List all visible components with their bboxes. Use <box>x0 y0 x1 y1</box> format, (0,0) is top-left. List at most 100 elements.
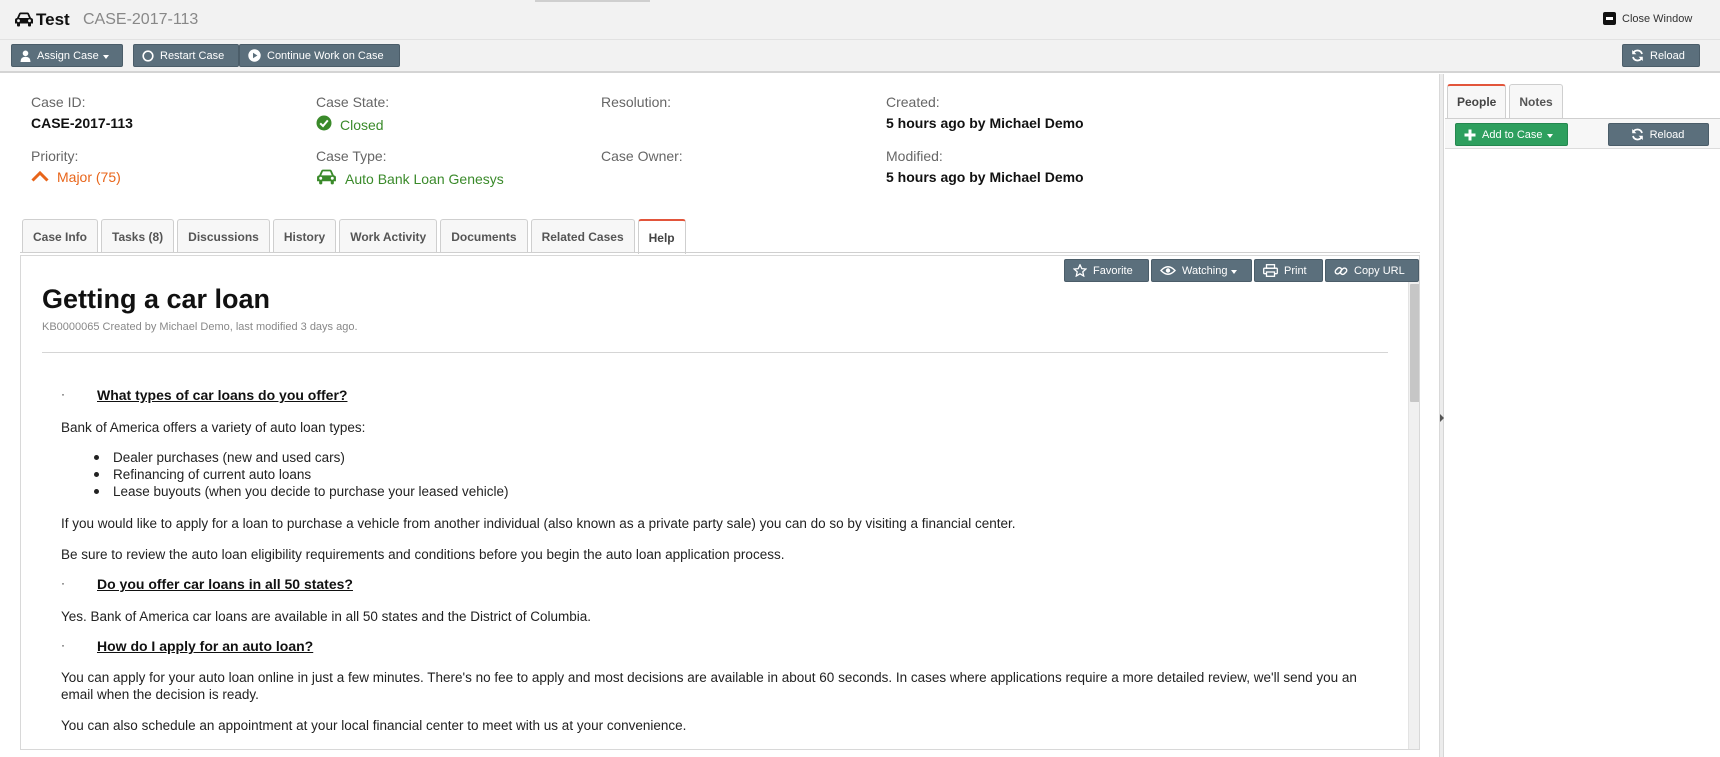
user-icon <box>20 50 31 62</box>
link-icon <box>1334 264 1348 278</box>
tab-discussions[interactable]: Discussions <box>177 219 270 253</box>
plus-icon <box>1464 129 1476 141</box>
chevron-up-icon <box>31 169 49 185</box>
case-type-label: Case Type: <box>316 148 387 164</box>
add-to-case-button[interactable]: Add to Case <box>1455 123 1568 146</box>
priority-label: Priority: <box>31 148 79 164</box>
case-action-toolbar: Assign Case Restart Case Continue Work o… <box>0 40 1720 73</box>
chevron-down-icon <box>1546 133 1553 138</box>
header-case-number: CASE-2017-113 <box>83 11 199 28</box>
question-bullet: · <box>61 638 65 652</box>
continue-work-button[interactable]: Continue Work on Case <box>239 44 400 67</box>
case-state-value: Closed <box>316 115 384 134</box>
help-article-frame: Favorite Watching Print Copy URL Getting… <box>20 255 1420 750</box>
article-title: Getting a car loan <box>42 284 271 314</box>
star-icon <box>1073 264 1087 277</box>
favorite-label: Favorite <box>1093 264 1133 277</box>
copy-url-label: Copy URL <box>1354 264 1405 277</box>
check-circle-icon <box>316 115 332 134</box>
car-icon <box>14 12 34 30</box>
tab-people[interactable]: People <box>1447 84 1507 118</box>
close-window-label: Close Window <box>1622 12 1693 25</box>
watching-label: Watching <box>1182 264 1228 277</box>
question-bullet: · <box>61 387 65 401</box>
tab-case-info[interactable]: Case Info <box>22 219 99 253</box>
created-label: Created: <box>886 94 940 110</box>
title-bar: Test CASE-2017-113 Close Window <box>0 0 1720 40</box>
created-value: 5 hours ago by Michael Demo <box>886 115 1084 131</box>
article-meta: KB0000065 Created by Michael Demo, last … <box>42 321 358 333</box>
assign-case-label: Assign Case <box>37 49 99 62</box>
app-name: Test <box>36 10 70 29</box>
favorite-button[interactable]: Favorite <box>1064 259 1149 282</box>
tab-help[interactable]: Help <box>637 219 686 254</box>
list-item: Dealer purchases (new and used cars) <box>91 449 509 466</box>
priority-value: Major (75) <box>31 169 121 185</box>
priority-text: Major (75) <box>57 169 121 185</box>
car-icon <box>316 169 337 188</box>
chevron-down-icon <box>102 54 109 59</box>
list-item: Refinancing of current auto loans <box>91 466 509 483</box>
resolution-label: Resolution: <box>601 94 672 110</box>
modified-value: 5 hours ago by Michael Demo <box>886 169 1084 185</box>
case-workflow-button-group: Restart Case Continue Work on Case <box>133 44 400 67</box>
reload-button[interactable]: Reload <box>1622 44 1700 67</box>
case-type-text: Auto Bank Loan Genesys <box>345 170 504 187</box>
answer-paragraph: If you would like to apply for a loan to… <box>61 516 1016 531</box>
tab-documents[interactable]: Documents <box>440 219 528 253</box>
answer-paragraph: Be sure to review the auto loan eligibil… <box>61 547 785 562</box>
print-label: Print <box>1284 264 1307 277</box>
people-reload-button[interactable]: Reload <box>1608 123 1709 146</box>
case-state-text: Closed <box>340 116 384 133</box>
question-bullet: · <box>61 576 65 590</box>
faq-question: · Do you offer car loans in all 50 state… <box>61 576 353 592</box>
restart-case-button[interactable]: Restart Case <box>133 44 239 67</box>
tab-notes[interactable]: Notes <box>1509 84 1563 118</box>
article-scrollbar[interactable] <box>1408 282 1419 749</box>
faq-question: · What types of car loans do you offer? <box>61 387 347 403</box>
continue-work-label: Continue Work on Case <box>267 49 384 62</box>
answer-paragraph: Yes. Bank of America car loans are avail… <box>61 609 592 624</box>
side-tabs: People Notes <box>1447 84 1563 118</box>
refresh-icon <box>1631 128 1644 141</box>
collapse-arrow-icon[interactable] <box>1440 414 1444 422</box>
tab-divider <box>20 252 1420 253</box>
restart-case-label: Restart Case <box>160 49 225 62</box>
panel-splitter[interactable] <box>1440 74 1444 757</box>
answer-paragraph: You can also schedule an appointment at … <box>61 718 687 733</box>
answer-paragraph: You can apply for your auto loan online … <box>61 670 1357 702</box>
chevron-down-icon <box>1231 269 1238 274</box>
reload-label: Reload <box>1650 49 1685 62</box>
restart-circle-icon <box>142 49 154 62</box>
close-window-button[interactable]: Close Window <box>1603 12 1692 25</box>
copy-url-button[interactable]: Copy URL <box>1325 259 1419 282</box>
right-side-panel: People Notes Add to Case Reload <box>1445 74 1720 757</box>
assign-case-button[interactable]: Assign Case <box>11 44 123 67</box>
window-tab-indicator <box>535 0 650 2</box>
tab-work-activity[interactable]: Work Activity <box>339 219 438 253</box>
case-state-label: Case State: <box>316 94 390 110</box>
question-text: How do I apply for an auto loan? <box>97 638 314 654</box>
refresh-icon <box>1631 49 1644 62</box>
loan-types-list: Dealer purchases (new and used cars) Ref… <box>91 449 509 500</box>
people-toolbar: Add to Case Reload <box>1445 119 1720 149</box>
scrollbar-thumb[interactable] <box>1410 284 1419 402</box>
eye-icon <box>1160 265 1176 276</box>
tab-history[interactable]: History <box>272 219 337 253</box>
watching-button[interactable]: Watching <box>1151 259 1252 282</box>
play-icon <box>248 49 261 62</box>
case-owner-label: Case Owner: <box>601 148 683 164</box>
tab-tasks[interactable]: Tasks (8) <box>101 219 175 253</box>
answer-paragraph: Bank of America offers a variety of auto… <box>61 420 366 435</box>
close-window-icon <box>1603 12 1616 25</box>
printer-icon <box>1263 264 1278 277</box>
case-type-value: Auto Bank Loan Genesys <box>316 169 504 188</box>
tab-related-cases[interactable]: Related Cases <box>530 219 635 253</box>
case-id-label: Case ID: <box>31 94 86 110</box>
print-button[interactable]: Print <box>1254 259 1323 282</box>
article-divider <box>42 352 1388 353</box>
question-text: What types of car loans do you offer? <box>97 387 348 403</box>
people-reload-label: Reload <box>1649 128 1685 141</box>
add-to-case-label: Add to Case <box>1482 128 1543 141</box>
modified-label: Modified: <box>886 148 943 164</box>
